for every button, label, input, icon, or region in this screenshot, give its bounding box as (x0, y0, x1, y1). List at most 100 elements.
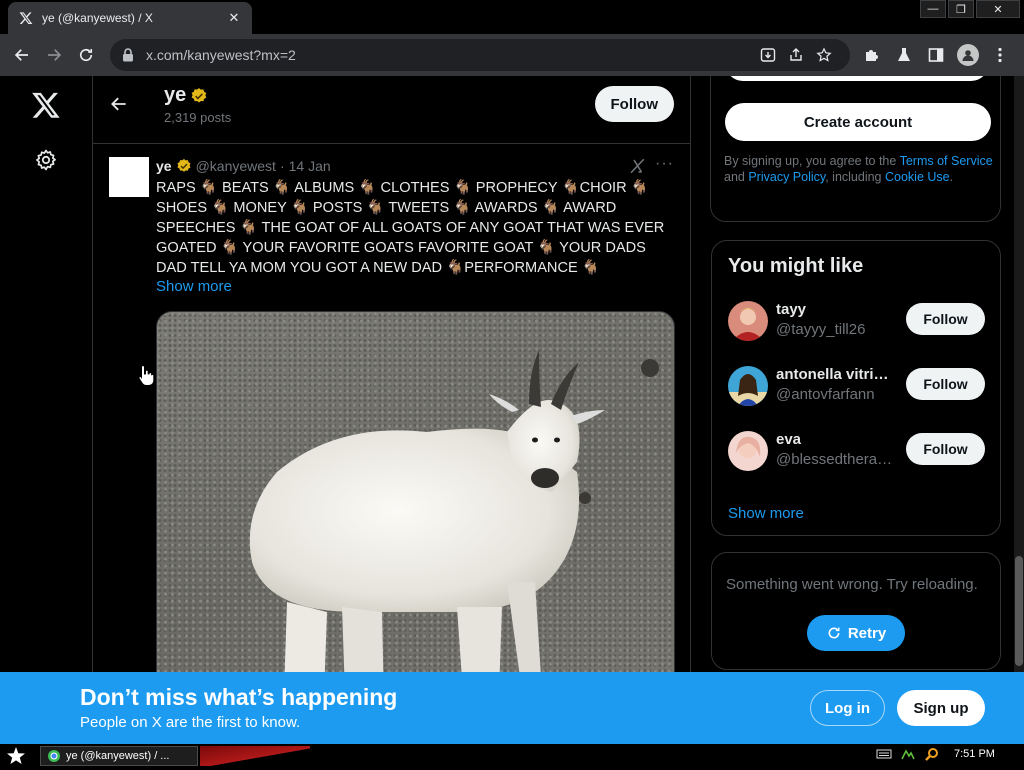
hand-cursor-icon (138, 364, 155, 386)
tweet-handle[interactable]: @kanyewest (196, 158, 276, 174)
x-page: ye 2,319 posts Follow ye @kanyewest · 14… (0, 76, 1024, 744)
back-arrow-icon[interactable] (109, 94, 129, 114)
scrollbar-thumb[interactable] (1015, 556, 1023, 666)
network-icon[interactable] (900, 747, 916, 761)
page-scrollbar[interactable] (1014, 76, 1024, 744)
left-navigation (0, 76, 92, 744)
follow-button[interactable]: Follow (906, 433, 985, 465)
browser-menu-icon[interactable] (984, 41, 1016, 69)
tweet-separator: · (279, 158, 285, 174)
minimize-button[interactable]: — (920, 0, 946, 18)
log-in-button[interactable]: Log in (810, 690, 885, 726)
user-name: eva (776, 431, 802, 448)
more-options-icon[interactable]: ··· (655, 155, 674, 173)
sign-up-button[interactable]: Sign up (897, 690, 985, 726)
clock: 7:51 PM (954, 748, 995, 760)
search-icon[interactable] (924, 747, 940, 761)
browser-globe-icon (48, 750, 60, 762)
settings-gear-icon[interactable] (34, 148, 58, 172)
system-tray: 7:51 PM (876, 747, 995, 761)
terms-of-service-link[interactable]: Terms of Service (900, 154, 993, 168)
labs-flask-icon[interactable] (888, 41, 920, 69)
tab-title: ye (@kanyewest) / X (42, 11, 153, 25)
taskbar-decoration (200, 746, 310, 766)
signup-with-provider-button[interactable] (725, 76, 989, 81)
verified-badge-icon (177, 159, 191, 172)
profile-name-text: ye (164, 84, 187, 106)
os-taskbar: ye (@kanyewest) / ... 7:51 PM (0, 744, 1024, 768)
banner-subtitle: People on X are the first to know. (80, 714, 301, 731)
retry-button[interactable]: Retry (807, 615, 905, 651)
tweet-text: RAPS 🐐 BEATS 🐐 ALBUMS 🐐 CLOTHES 🐐 PROPHE… (156, 180, 665, 276)
arrow-left-icon (14, 49, 28, 61)
grok-icon[interactable] (628, 157, 646, 175)
side-panel-icon[interactable] (920, 41, 952, 69)
banner-title: Don’t miss what’s happening (80, 684, 398, 710)
lock-icon (122, 48, 136, 62)
retry-label: Retry (847, 624, 887, 642)
follow-button[interactable]: Follow (906, 303, 985, 335)
show-more-link[interactable]: Show more (156, 278, 232, 295)
user-name: tayy (776, 301, 807, 318)
start-star-icon[interactable] (6, 746, 28, 766)
verified-badge-icon (191, 87, 207, 103)
posts-count: 2,319 posts (164, 110, 232, 125)
tab-close-icon[interactable]: ✕ (226, 10, 242, 26)
x-logo-icon[interactable] (31, 90, 61, 120)
x-favicon-icon (18, 10, 34, 26)
address-bar[interactable]: x.com/kanyewest?mx=2 (110, 39, 850, 71)
user-handle: @antovfarfann (776, 386, 875, 403)
browser-tab[interactable]: ye (@kanyewest) / X ✕ (8, 2, 252, 34)
browser-tab-bar: ye (@kanyewest) / X ✕ — ❐ ✕ (0, 0, 1024, 34)
forward-button[interactable] (40, 41, 68, 69)
close-window-button[interactable]: ✕ (976, 0, 1020, 18)
restore-button[interactable]: ❐ (948, 0, 974, 18)
right-sidebar: Create account By signing up, you agree … (710, 76, 1002, 744)
taskbar-item-title: ye (@kanyewest) / ... (66, 750, 170, 762)
extensions-puzzle-icon[interactable] (856, 41, 888, 69)
profile-header: ye 2,319 posts Follow (93, 76, 690, 144)
follow-button[interactable]: Follow (594, 86, 674, 122)
privacy-policy-link[interactable]: Privacy Policy (748, 170, 825, 184)
user-handle: @blessedthera… (776, 451, 893, 468)
error-message: Something went wrong. Try reloading. (726, 576, 978, 593)
share-icon[interactable] (782, 43, 810, 67)
tweet-author-name[interactable]: ye (156, 158, 172, 174)
back-button[interactable] (8, 41, 36, 69)
profile-timeline: ye 2,319 posts Follow ye @kanyewest · 14… (92, 76, 691, 744)
you-might-like-title: You might like (728, 255, 864, 277)
avatar[interactable] (728, 431, 768, 471)
avatar[interactable] (728, 301, 768, 341)
signup-card: Create account By signing up, you agree … (710, 76, 1001, 222)
reload-button[interactable] (72, 41, 100, 69)
suggested-user[interactable]: tayy @tayyy_till26 Follow (728, 299, 988, 343)
tweet[interactable]: ye @kanyewest · 14 Jan ··· RAPS 🐐 BEATS … (93, 145, 690, 744)
terms-text: By signing up, you agree to the Terms of… (724, 154, 993, 184)
create-account-button[interactable]: Create account (725, 103, 991, 141)
tweet-meta: ye @kanyewest · 14 Jan (156, 158, 331, 174)
user-handle: @tayyy_till26 (776, 321, 866, 338)
follow-button[interactable]: Follow (906, 368, 985, 400)
error-card: Something went wrong. Try reloading. Ret… (711, 552, 1001, 670)
install-app-icon[interactable] (754, 43, 782, 67)
suggested-user[interactable]: eva @blessedthera… Follow (728, 429, 988, 473)
you-might-like-card: You might like tayy @tayyy_till26 Follow… (711, 240, 1001, 536)
keyboard-icon[interactable] (876, 747, 892, 761)
show-more-link[interactable]: Show more (728, 505, 804, 522)
tweet-avatar[interactable] (109, 157, 149, 197)
profile-avatar-icon[interactable] (952, 41, 984, 69)
tweet-date[interactable]: 14 Jan (289, 158, 331, 174)
suggested-user[interactable]: antonella vitri… @antovfarfann Follow (728, 364, 988, 408)
url-text: x.com/kanyewest?mx=2 (146, 47, 296, 63)
arrow-right-icon (48, 49, 62, 61)
profile-name: ye (164, 84, 208, 107)
user-name: antonella vitri… (776, 366, 889, 383)
browser-toolbar: x.com/kanyewest?mx=2 (0, 34, 1024, 76)
login-banner: Don’t miss what’s happening People on X … (0, 672, 1024, 744)
bookmark-star-icon[interactable] (810, 43, 838, 67)
taskbar-browser-item[interactable]: ye (@kanyewest) / ... (40, 746, 198, 766)
avatar[interactable] (728, 366, 768, 406)
refresh-icon (828, 627, 840, 639)
reload-icon (79, 48, 93, 62)
cookie-use-link[interactable]: Cookie Use (885, 170, 950, 184)
